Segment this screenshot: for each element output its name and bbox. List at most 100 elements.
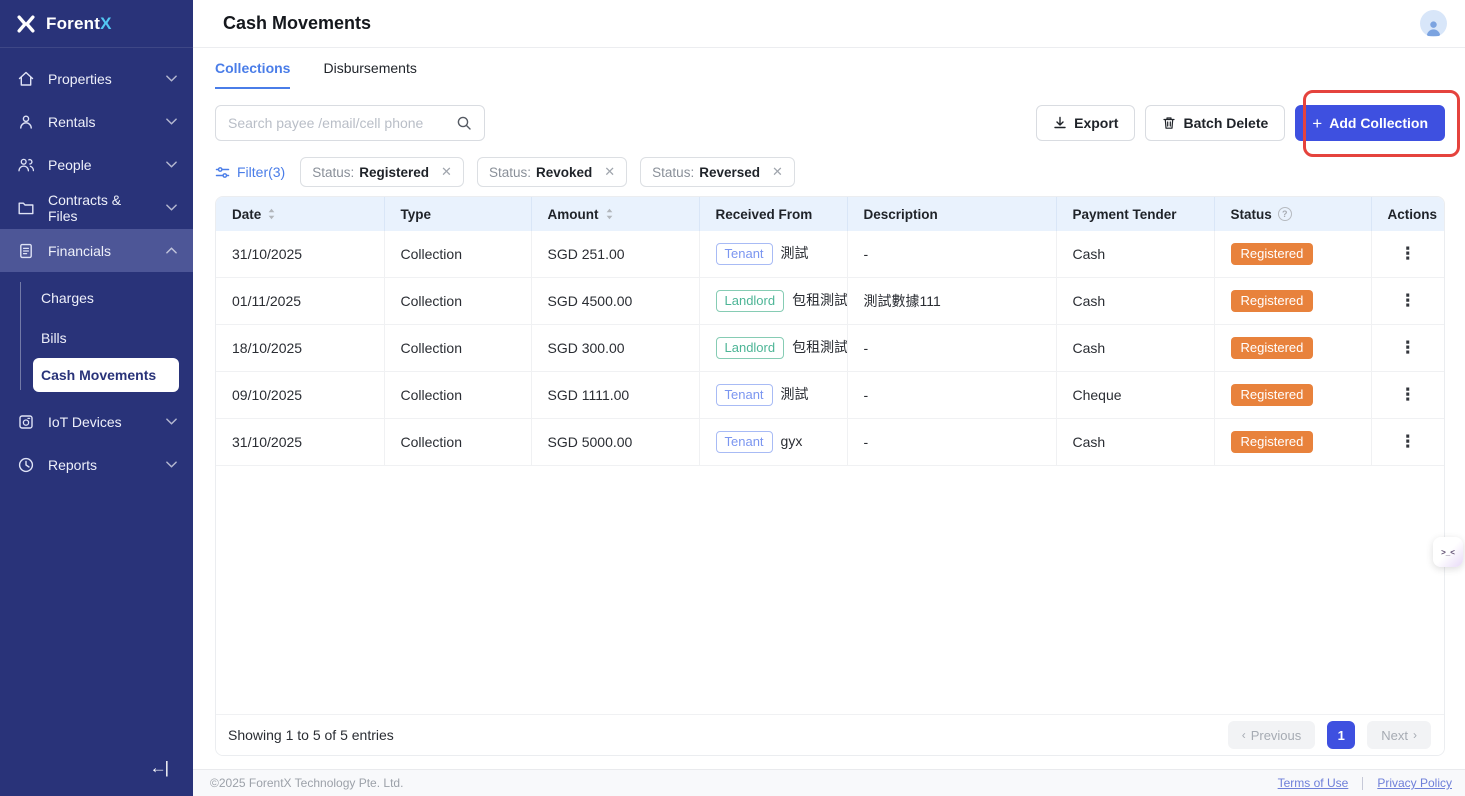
chip-prefix: Status: <box>652 165 694 180</box>
chip-prefix: Status: <box>489 165 531 180</box>
cell-status: Registered <box>1214 325 1371 372</box>
top-bar: Cash Movements <box>193 0 1465 48</box>
column-label: Date <box>232 207 261 222</box>
column-header-date[interactable]: Date <box>216 197 384 231</box>
kebab-menu-icon[interactable]: ⋮ <box>1399 291 1416 310</box>
next-page-button[interactable]: Next › <box>1367 721 1431 749</box>
page-footer: ©2025 ForentX Technology Pte. Ltd. Terms… <box>193 769 1465 796</box>
kebab-menu-icon[interactable]: ⋮ <box>1399 432 1416 451</box>
sidebar-item-properties[interactable]: Properties <box>0 57 193 100</box>
cell-description: - <box>847 372 1056 419</box>
trash-icon <box>1162 116 1176 130</box>
cell-date: 31/10/2025 <box>216 419 384 466</box>
user-avatar[interactable] <box>1420 10 1447 37</box>
kebab-menu-icon[interactable]: ⋮ <box>1399 338 1416 357</box>
kebab-menu-icon[interactable]: ⋮ <box>1399 385 1416 404</box>
sidebar-item-label: Contracts & Files <box>48 192 153 224</box>
sidebar-item-financials[interactable]: Financials <box>0 229 193 272</box>
sidebar-item-reports[interactable]: Reports <box>0 443 193 486</box>
sidebar-item-contracts-files[interactable]: Contracts & Files <box>0 186 193 229</box>
search-icon[interactable] <box>456 115 472 131</box>
cell-payment-tender: Cheque <box>1056 372 1214 419</box>
chevron-down-icon <box>166 461 177 468</box>
previous-page-button[interactable]: ‹ Previous <box>1228 721 1316 749</box>
chip-value: Registered <box>359 165 429 180</box>
sort-icon[interactable] <box>267 208 276 220</box>
sidebar-footer: ←| <box>0 740 193 796</box>
device-icon <box>17 413 35 431</box>
sidebar-item-rentals[interactable]: Rentals <box>0 100 193 143</box>
filter-chip-revoked: Status: Revoked ✕ <box>477 157 627 187</box>
sidebar-item-bills[interactable]: Bills <box>0 318 193 358</box>
search-box <box>215 105 485 141</box>
table-row: 31/10/2025 Collection SGD 251.00 Tenant測… <box>216 231 1444 278</box>
column-header-amount[interactable]: Amount <box>531 197 699 231</box>
cell-actions: ⋮ <box>1371 231 1444 278</box>
cell-received-from: Landlord包租測試 <box>699 278 847 325</box>
close-icon[interactable]: ✕ <box>772 164 783 180</box>
cell-amount: SGD 251.00 <box>531 231 699 278</box>
column-header-status: Status? <box>1214 197 1371 231</box>
export-label: Export <box>1074 115 1118 131</box>
filter-chip-reversed: Status: Reversed ✕ <box>640 157 795 187</box>
table-row: 09/10/2025 Collection SGD 1111.00 Tenant… <box>216 372 1444 419</box>
cell-actions: ⋮ <box>1371 278 1444 325</box>
main-area: Cash Movements Collections Disbursements… <box>193 0 1465 796</box>
tab-collections[interactable]: Collections <box>215 48 290 89</box>
sort-icon[interactable] <box>605 208 614 220</box>
help-circle-icon[interactable]: ? <box>1278 207 1292 221</box>
plus-icon: + <box>1312 115 1322 132</box>
sidebar-nav: Properties Rentals People Contracts & Fi… <box>0 48 193 740</box>
page-number-button[interactable]: 1 <box>1327 721 1355 749</box>
kebab-menu-icon[interactable]: ⋮ <box>1399 244 1416 263</box>
cell-type: Collection <box>384 231 531 278</box>
collapse-sidebar-icon[interactable]: ←| <box>150 758 167 778</box>
sidebar-item-cash-movements[interactable]: Cash Movements <box>33 358 179 392</box>
chevron-up-icon <box>166 247 177 254</box>
tab-disbursements[interactable]: Disbursements <box>323 48 416 89</box>
cell-date: 01/11/2025 <box>216 278 384 325</box>
sidebar-item-people[interactable]: People <box>0 143 193 186</box>
sidebar-item-label: Financials <box>48 243 153 259</box>
cell-received-from: Tenant測試 <box>699 372 847 419</box>
table-row: 18/10/2025 Collection SGD 300.00 Landlor… <box>216 325 1444 372</box>
table-row: 31/10/2025 Collection SGD 5000.00 Tenant… <box>216 419 1444 466</box>
status-badge: Registered <box>1231 384 1314 406</box>
feedback-widget-button[interactable]: >_< <box>1433 537 1463 567</box>
chip-value: Reversed <box>699 165 760 180</box>
chevron-left-icon: ‹ <box>1242 728 1246 742</box>
column-label: Received From <box>716 207 813 222</box>
cell-description: - <box>847 231 1056 278</box>
batch-delete-button[interactable]: Batch Delete <box>1145 105 1285 141</box>
cell-date: 31/10/2025 <box>216 231 384 278</box>
previous-label: Previous <box>1251 728 1302 743</box>
sidebar-item-charges[interactable]: Charges <box>0 278 193 318</box>
privacy-policy-link[interactable]: Privacy Policy <box>1377 776 1452 790</box>
export-button[interactable]: Export <box>1036 105 1135 141</box>
kaomoji-face: >_< <box>1441 548 1455 557</box>
column-header-type: Type <box>384 197 531 231</box>
sidebar-item-iot-devices[interactable]: IoT Devices <box>0 400 193 443</box>
cell-type: Collection <box>384 278 531 325</box>
cell-description: - <box>847 325 1056 372</box>
cell-received-from: Tenantgyx <box>699 419 847 466</box>
chip-prefix: Status: <box>312 165 354 180</box>
party-badge: Tenant <box>716 431 773 453</box>
close-icon[interactable]: ✕ <box>604 164 615 180</box>
sidebar-subitem-label: Bills <box>41 330 67 346</box>
terms-of-use-link[interactable]: Terms of Use <box>1278 776 1349 790</box>
filter-button[interactable]: Filter(3) <box>215 164 285 180</box>
cell-description: 測試數據111 <box>847 278 1056 325</box>
avatar-person-icon <box>1424 18 1443 37</box>
table-empty-space <box>216 466 1444 714</box>
add-collection-button[interactable]: + Add Collection <box>1295 105 1445 141</box>
party-badge: Landlord <box>716 337 785 359</box>
column-header-received-from: Received From <box>699 197 847 231</box>
filter-chip-registered: Status: Registered ✕ <box>300 157 464 187</box>
chevron-down-icon <box>166 204 177 211</box>
cell-amount: SGD 5000.00 <box>531 419 699 466</box>
column-label: Description <box>864 207 938 222</box>
search-input[interactable] <box>228 115 448 131</box>
chip-value: Revoked <box>536 165 592 180</box>
close-icon[interactable]: ✕ <box>441 164 452 180</box>
